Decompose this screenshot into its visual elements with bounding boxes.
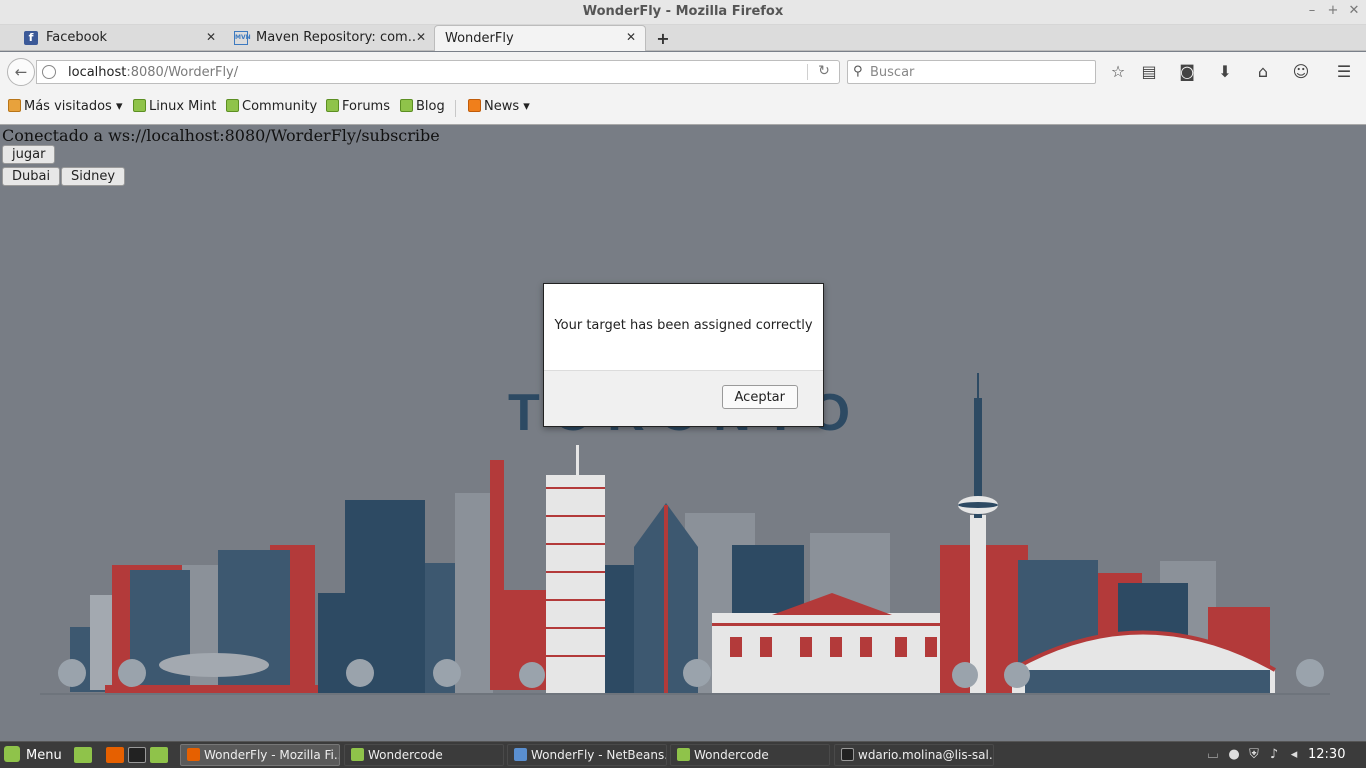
terminal-launcher-icon[interactable] [128,747,146,763]
bookmark-label: News ▾ [484,99,530,114]
search-bar[interactable]: ⚲ [847,60,1096,84]
show-desktop-icon[interactable] [74,747,92,763]
task-label: Wondercode [368,748,443,762]
back-button[interactable]: ← [7,58,35,86]
bookmark-star-icon[interactable]: ☆ [1108,62,1128,82]
maximize-button[interactable]: + [1325,3,1341,18]
sidney-button[interactable]: Sidney [61,167,126,186]
bookmark-label: Forums [342,99,390,114]
mint-icon [133,99,146,112]
firefox-launcher-icon[interactable] [106,747,124,763]
tab-facebook[interactable]: f Facebook [20,25,220,51]
task-label: Wondercode [694,748,769,762]
pocket-icon[interactable]: ◙ [1177,62,1197,82]
mint-icon [226,99,239,112]
window-titlebar: WonderFly - Mozilla Firefox – + ✕ [0,0,1366,25]
bookmark-label: Linux Mint [149,99,217,114]
page-content: Conectado a ws://localhost:8080/WorderFl… [0,125,1366,741]
task-label: wdario.molina@lis-sal... [858,748,994,762]
task-label: WonderFly - Mozilla Fi... [204,748,340,762]
volume-icon[interactable]: ◂ [1286,747,1302,762]
navigation-toolbar: ← localhost:8080/WorderFly/ ↻ ⚲ ☆ ▤ ◙ ⬇ … [0,52,1366,92]
mint-logo-icon [4,746,20,762]
url-host: localhost [68,65,127,80]
url-bar[interactable]: localhost:8080/WorderFly/ ↻ [36,60,840,84]
bookmark-label: Blog [416,99,445,114]
sound-icon[interactable]: ♪ [1266,747,1282,762]
tab-label: WonderFly [445,31,514,46]
bookmark-label: Community [242,99,318,114]
reload-icon[interactable]: ↻ [815,63,833,79]
bookmark-forums[interactable]: Forums [326,99,390,114]
search-icon: ⚲ [853,64,863,79]
download-icon[interactable]: ⬇ [1215,62,1235,82]
menu-label: Menu [26,748,62,763]
window-title: WonderFly - Mozilla Firefox [582,4,784,19]
clock: 12:30 [1308,747,1346,762]
tab-label: Maven Repository: com... [256,30,416,45]
task-folder-2[interactable]: Wondercode [670,744,830,766]
bookmarks-toolbar: Más visitados ▾ Linux Mint Community For… [0,92,1366,125]
task-folder-1[interactable]: Wondercode [344,744,504,766]
close-tab-icon[interactable]: ✕ [204,30,218,44]
task-netbeans[interactable]: WonderFly - NetBeans... [507,744,667,766]
dialog-footer: Aceptar [544,370,823,426]
home-icon[interactable]: ⌂ [1253,62,1273,82]
facebook-icon: f [24,31,38,45]
alert-dialog: Your target has been assigned correctly … [543,283,824,427]
close-window-button[interactable]: ✕ [1346,3,1362,18]
close-tab-icon[interactable]: ✕ [624,30,638,44]
url-text[interactable]: localhost:8080/WorderFly/ [68,65,238,80]
files-launcher-icon[interactable] [150,747,168,763]
netbeans-icon [514,748,527,761]
task-terminal[interactable]: wdario.molina@lis-sal... [834,744,994,766]
tab-label: Facebook [46,30,108,45]
taskbar: Menu WonderFly - Mozilla Fi... Wondercod… [0,741,1366,768]
bookmark-linux-mint[interactable]: Linux Mint [133,99,216,114]
start-menu-button[interactable]: Menu [4,746,62,763]
url-separator [807,64,808,80]
search-input[interactable] [870,64,1090,80]
bookmark-blog[interactable]: Blog [400,99,445,114]
url-path: :8080/WorderFly/ [126,65,239,80]
chat-icon[interactable]: ☺ [1291,62,1311,82]
maven-icon: MVN [234,31,251,45]
bookmark-separator [455,100,456,117]
user-icon[interactable]: ● [1226,747,1242,762]
network-icon[interactable]: ⌴ [1205,747,1221,762]
tab-maven[interactable]: MVN Maven Repository: com... [230,25,416,51]
rss-icon [468,99,481,112]
dialog-message: Your target has been assigned correctly [554,318,813,333]
new-tab-icon[interactable]: + [656,29,670,48]
bookmarks-list-icon[interactable]: ▤ [1139,62,1159,82]
folder-icon [8,99,21,112]
mint-icon [400,99,413,112]
tab-wonderfly[interactable]: WonderFly [434,25,646,51]
menu-icon[interactable]: ☰ [1334,62,1354,82]
bookmark-news[interactable]: News ▾ [468,99,530,114]
bookmark-community[interactable]: Community [226,99,317,114]
task-label: WonderFly - NetBeans... [531,748,667,762]
tab-strip: f Facebook ✕ MVN Maven Repository: com..… [0,25,1366,51]
firefox-icon [187,748,200,761]
connection-status: Conectado a ws://localhost:8080/WorderFl… [2,126,440,145]
update-shield-icon[interactable]: ⛨ [1246,747,1262,762]
close-tab-icon[interactable]: ✕ [414,30,428,44]
folder-icon [677,748,690,761]
folder-icon [351,748,364,761]
bookmark-label: Más visitados ▾ [24,99,123,114]
task-firefox[interactable]: WonderFly - Mozilla Fi... [180,744,340,766]
mint-icon [326,99,339,112]
minimize-button[interactable]: – [1304,3,1320,18]
dubai-button[interactable]: Dubai [2,167,61,186]
terminal-icon [841,748,854,761]
globe-icon [42,65,56,79]
play-button[interactable]: jugar [2,145,56,164]
bookmark-most-visited[interactable]: Más visitados ▾ [8,99,122,114]
accept-button[interactable]: Aceptar [721,385,798,409]
